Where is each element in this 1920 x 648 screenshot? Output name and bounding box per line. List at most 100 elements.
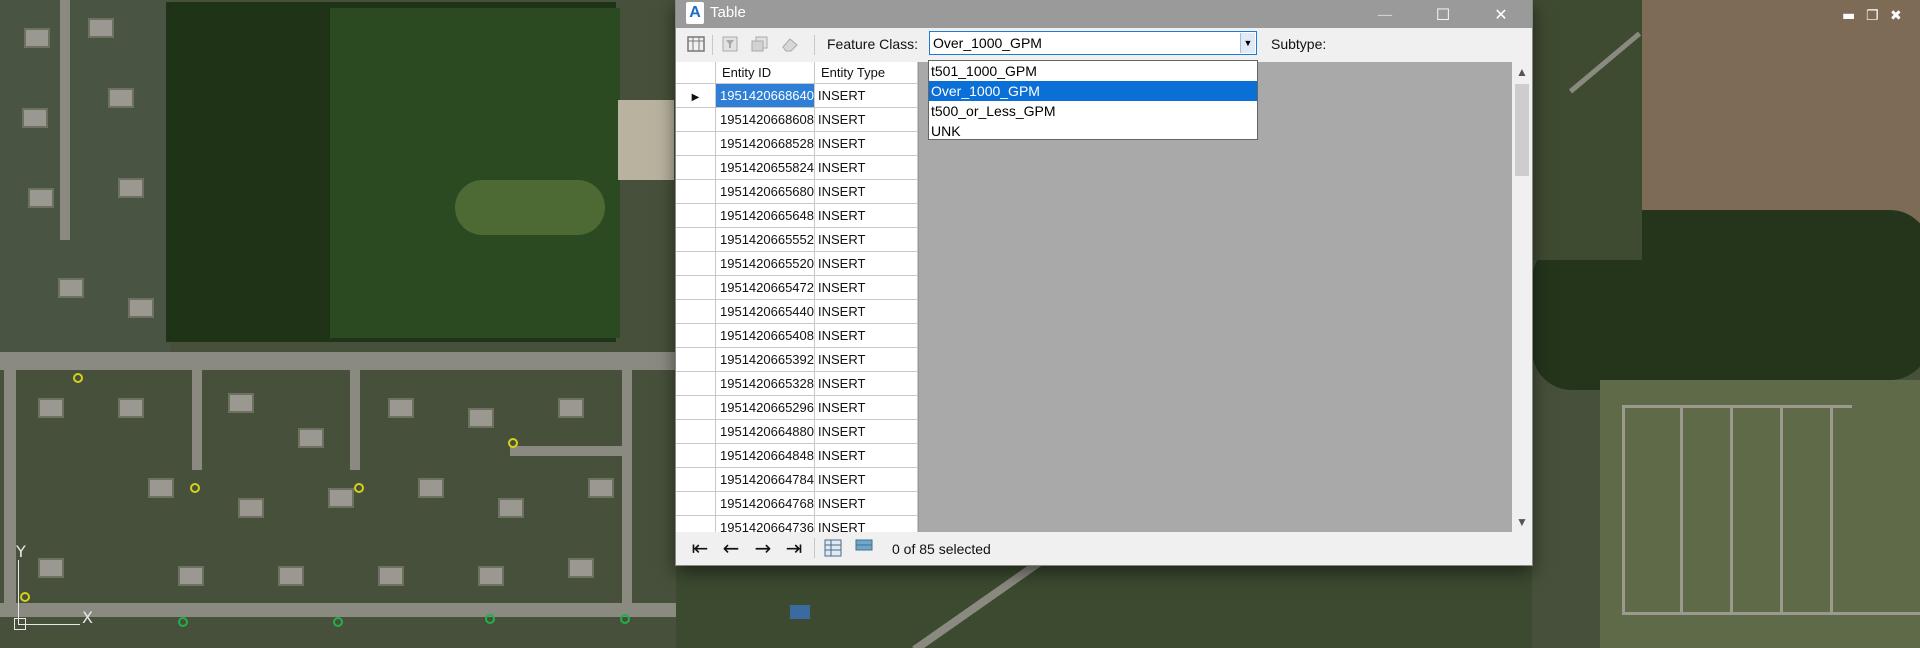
row-selector[interactable]	[676, 324, 716, 348]
row-selector[interactable]	[676, 372, 716, 396]
row-selector[interactable]	[676, 132, 716, 156]
title-bar[interactable]: A Table — ☐ ✕	[676, 0, 1532, 28]
eraser-icon[interactable]	[780, 34, 800, 54]
hydrant-marker[interactable]	[620, 614, 630, 624]
row-selector[interactable]: ▶	[676, 84, 716, 108]
table-row[interactable]: 1951420665552 INSERT	[676, 228, 918, 252]
cell-entity-id[interactable]: 1951420668528	[716, 132, 815, 156]
table-row[interactable]: 1951420664768 INSERT	[676, 492, 918, 516]
scroll-up-icon[interactable]: ▲	[1512, 62, 1532, 82]
table-row[interactable]: 1951420665392 INSERT	[676, 348, 918, 372]
row-selector[interactable]	[676, 252, 716, 276]
cell-entity-id[interactable]: 1951420665552	[716, 228, 815, 252]
hydrant-marker[interactable]	[354, 483, 364, 493]
table-row[interactable]: 1951420664784 INSERT	[676, 468, 918, 492]
cell-entity-id[interactable]: 1951420664784	[716, 468, 815, 492]
cell-entity-id[interactable]: 1951420668640	[716, 84, 815, 108]
row-selector[interactable]	[676, 348, 716, 372]
cell-entity-type[interactable]: INSERT	[815, 420, 918, 444]
cell-entity-type[interactable]: INSERT	[815, 468, 918, 492]
table-row[interactable]: 1951420665296 INSERT	[676, 396, 918, 420]
vertical-scrollbar[interactable]: ▲ ▼	[1512, 62, 1532, 532]
cell-entity-id[interactable]: 1951420668608	[716, 108, 815, 132]
cell-entity-id[interactable]: 1951420664848	[716, 444, 815, 468]
hydrant-marker[interactable]	[190, 483, 200, 493]
cell-entity-id[interactable]: 1951420665472	[716, 276, 815, 300]
cell-entity-type[interactable]: INSERT	[815, 348, 918, 372]
row-selector[interactable]	[676, 108, 716, 132]
cell-entity-type[interactable]: INSERT	[815, 204, 918, 228]
hydrant-marker[interactable]	[73, 373, 83, 383]
cell-entity-id[interactable]: 1951420665328	[716, 372, 815, 396]
cell-entity-id[interactable]: 1951420665680	[716, 180, 815, 204]
close-button[interactable]: ✕	[1472, 0, 1530, 28]
table-row[interactable]: 1951420665440 INSERT	[676, 300, 918, 324]
table-row[interactable]: 1951420664736 INSERT	[676, 516, 918, 532]
row-selector[interactable]	[676, 492, 716, 516]
cell-entity-type[interactable]: INSERT	[815, 156, 918, 180]
show-all-records-icon[interactable]	[821, 536, 845, 560]
drawing-restore-icon[interactable]: ❐	[1866, 8, 1879, 24]
last-record-icon[interactable]: ⇥	[782, 536, 806, 560]
row-selector[interactable]	[676, 396, 716, 420]
cell-entity-type[interactable]: INSERT	[815, 180, 918, 204]
cell-entity-type[interactable]: INSERT	[815, 276, 918, 300]
attribute-grid[interactable]: Entity ID Entity Type ▶ 1951420668640 INSE…	[676, 62, 919, 532]
row-selector[interactable]	[676, 276, 716, 300]
column-header-entity-type[interactable]: Entity Type	[815, 62, 918, 84]
cell-entity-id[interactable]: 1951420665408	[716, 324, 815, 348]
dropdown-option[interactable]: UNK	[929, 121, 1257, 141]
column-header-entity-id[interactable]: Entity ID	[716, 62, 815, 84]
table-row[interactable]: 1951420665328 INSERT	[676, 372, 918, 396]
cell-entity-type[interactable]: INSERT	[815, 132, 918, 156]
hydrant-marker[interactable]	[333, 617, 343, 627]
cell-entity-type[interactable]: INSERT	[815, 84, 918, 108]
drawing-minimize-icon[interactable]: ▬	[1842, 8, 1855, 24]
cell-entity-type[interactable]: INSERT	[815, 108, 918, 132]
table-row[interactable]: 1951420664880 INSERT	[676, 420, 918, 444]
table-row[interactable]: ▶ 1951420668640 INSERT	[676, 84, 918, 108]
table-row[interactable]: 1951420665648 INSERT	[676, 204, 918, 228]
row-selector[interactable]	[676, 420, 716, 444]
cell-entity-type[interactable]: INSERT	[815, 300, 918, 324]
table-row[interactable]: 1951420665680 INSERT	[676, 180, 918, 204]
cell-entity-type[interactable]: INSERT	[815, 516, 918, 532]
cell-entity-id[interactable]: 1951420665440	[716, 300, 815, 324]
cell-entity-type[interactable]: INSERT	[815, 228, 918, 252]
table-row[interactable]: 1951420668528 INSERT	[676, 132, 918, 156]
row-selector[interactable]	[676, 468, 716, 492]
hydrant-marker[interactable]	[508, 438, 518, 448]
table-row[interactable]: 1951420664848 INSERT	[676, 444, 918, 468]
table-row[interactable]: 1951420665472 INSERT	[676, 276, 918, 300]
dropdown-option[interactable]: t501_1000_GPM	[929, 61, 1257, 81]
cell-entity-type[interactable]: INSERT	[815, 252, 918, 276]
cell-entity-id[interactable]: 1951420665392	[716, 348, 815, 372]
copy-records-icon[interactable]	[750, 34, 770, 54]
first-record-icon[interactable]: ⇤	[688, 536, 712, 560]
row-selector[interactable]	[676, 180, 716, 204]
row-selector[interactable]	[676, 300, 716, 324]
row-selector[interactable]	[676, 228, 716, 252]
cell-entity-type[interactable]: INSERT	[815, 324, 918, 348]
minimize-button[interactable]: —	[1356, 0, 1414, 28]
cell-entity-id[interactable]: 1951420664768	[716, 492, 815, 516]
cell-entity-type[interactable]: INSERT	[815, 372, 918, 396]
cell-entity-id[interactable]: 1951420664736	[716, 516, 815, 532]
table-view-icon[interactable]	[686, 34, 706, 54]
cell-entity-id[interactable]: 1951420664880	[716, 420, 815, 444]
dropdown-option[interactable]: Over_1000_GPM	[929, 81, 1257, 101]
scroll-down-icon[interactable]: ▼	[1512, 512, 1532, 532]
table-row[interactable]: 1951420665520 INSERT	[676, 252, 918, 276]
scroll-thumb[interactable]	[1515, 84, 1529, 176]
row-selector[interactable]	[676, 516, 716, 532]
hydrant-marker[interactable]	[485, 614, 495, 624]
chevron-down-icon[interactable]: ▼	[1240, 33, 1255, 53]
cell-entity-id[interactable]: 1951420655824	[716, 156, 815, 180]
cell-entity-type[interactable]: INSERT	[815, 492, 918, 516]
cell-entity-id[interactable]: 1951420665520	[716, 252, 815, 276]
cell-entity-id[interactable]: 1951420665648	[716, 204, 815, 228]
feature-class-combobox[interactable]: Over_1000_GPM ▼	[929, 31, 1257, 55]
drawing-close-icon[interactable]: ✖	[1890, 8, 1902, 24]
cell-entity-id[interactable]: 1951420665296	[716, 396, 815, 420]
show-selected-records-icon[interactable]	[852, 536, 876, 560]
